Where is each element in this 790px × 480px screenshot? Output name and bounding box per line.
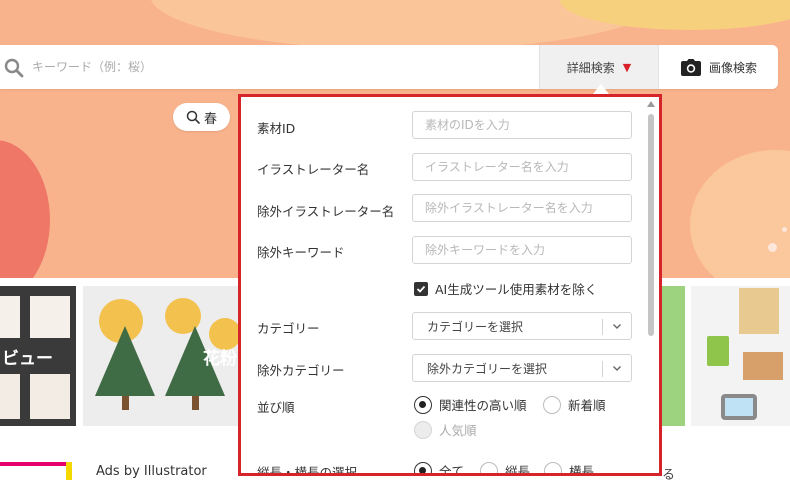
sort-option-label: 人気順 xyxy=(439,423,477,438)
orientation-option-all[interactable]: 全て xyxy=(414,461,465,476)
orientation-label: 縦長・横長の選択 xyxy=(257,465,358,476)
triangle-down-icon: ▼ xyxy=(622,60,632,74)
detail-search-panel: 素材ID イラストレーター名 除外イラストレーター名 除外キーワード AI生成ツ… xyxy=(238,94,662,476)
radio-button[interactable] xyxy=(414,395,432,414)
radio-button xyxy=(414,420,432,439)
scroll-thumb[interactable] xyxy=(648,114,654,336)
category-label: カテゴリー xyxy=(257,321,320,336)
sort-option-relevance[interactable]: 関連性の高い順 xyxy=(414,395,527,414)
search-input[interactable] xyxy=(32,53,522,81)
exclude-illustrator-label: 除外イラストレーター名 xyxy=(257,204,395,219)
radio-button[interactable] xyxy=(543,395,561,414)
exclude-illustrator-input[interactable] xyxy=(412,194,632,222)
hero-decoration xyxy=(690,150,790,278)
ai-exclude-checkbox-row[interactable]: AI生成ツール使用素材を除く xyxy=(414,279,597,298)
panel-scrollbar[interactable] xyxy=(647,101,655,471)
partial-text: る xyxy=(662,468,676,480)
ads-logo xyxy=(0,462,72,480)
exclude-category-select-value: 除外カテゴリーを選択 xyxy=(427,361,548,376)
search-icon xyxy=(4,58,24,78)
camera-icon xyxy=(680,58,701,76)
hero-decoration xyxy=(768,243,777,252)
sort-option-popular: 人気順 xyxy=(414,420,477,439)
thumbnail-card[interactable] xyxy=(660,286,685,426)
image-search-label: 画像検索 xyxy=(708,60,757,75)
ads-label: Ads by Illustrator xyxy=(96,464,207,479)
image-search-button[interactable]: 画像検索 xyxy=(660,45,778,89)
ai-exclude-label: AI生成ツール使用素材を除く xyxy=(435,282,598,297)
ai-exclude-checkbox[interactable] xyxy=(414,281,428,296)
exclude-keyword-input[interactable] xyxy=(412,236,632,264)
search-icon xyxy=(186,110,200,124)
card-illustration xyxy=(721,394,757,420)
search-bar: 詳細検索 ▼ 画像検索 xyxy=(0,45,778,89)
card-illustration xyxy=(0,296,20,338)
card-illustration xyxy=(30,296,70,338)
dropdown-caret xyxy=(593,84,609,94)
exclude-category-select[interactable]: 除外カテゴリーを選択 xyxy=(412,354,632,382)
card-label: ビュー xyxy=(2,349,53,369)
orientation-option-portrait[interactable]: 縦長 xyxy=(480,461,531,476)
orientation-option-label: 横長 xyxy=(569,464,595,476)
thumbnail-card[interactable]: 花粉 xyxy=(83,286,243,426)
check-icon xyxy=(416,285,426,293)
chevron-down-icon xyxy=(613,324,621,329)
orientation-option-label: 全て xyxy=(439,464,465,476)
card-illustration xyxy=(739,288,779,334)
sort-label: 並び順 xyxy=(257,400,295,415)
exclude-category-label: 除外カテゴリー xyxy=(257,363,345,378)
chevron-down-icon xyxy=(613,366,621,371)
card-illustration xyxy=(0,374,20,419)
card-illustration xyxy=(30,374,70,419)
orientation-option-landscape[interactable]: 横長 xyxy=(544,461,595,476)
orientation-option-label: 縦長 xyxy=(505,464,531,476)
card-illustration xyxy=(743,352,783,380)
illustrator-name-input[interactable] xyxy=(412,153,632,181)
radio-button[interactable] xyxy=(480,461,498,473)
card-illustration xyxy=(707,336,729,366)
sort-option-newest[interactable]: 新着順 xyxy=(543,395,606,414)
exclude-keyword-label: 除外キーワード xyxy=(257,245,345,260)
radio-button[interactable] xyxy=(414,461,432,473)
illustrator-name-label: イラストレーター名 xyxy=(257,162,370,177)
select-divider xyxy=(602,361,603,377)
category-select[interactable]: カテゴリーを選択 xyxy=(412,312,632,340)
hero-decoration xyxy=(782,227,787,232)
detail-search-label: 詳細検索 xyxy=(566,60,615,75)
hero-decoration xyxy=(0,140,50,278)
select-divider xyxy=(602,319,603,335)
thumbnail-card[interactable] xyxy=(691,286,790,426)
scroll-up-icon[interactable] xyxy=(647,101,655,107)
tag-pill[interactable]: 春 xyxy=(173,103,230,131)
material-id-input[interactable] xyxy=(412,111,632,139)
material-id-label: 素材ID xyxy=(257,121,296,136)
sort-option-label: 関連性の高い順 xyxy=(439,398,527,413)
card-label: 花粉 xyxy=(203,349,237,369)
detail-search-button[interactable]: 詳細検索 ▼ xyxy=(539,45,659,89)
radio-button[interactable] xyxy=(544,461,562,473)
category-select-value: カテゴリーを選択 xyxy=(427,319,524,334)
sort-option-label: 新着順 xyxy=(568,398,606,413)
thumbnail-card[interactable]: ビュー xyxy=(0,286,76,426)
tag-pill-label: 春 xyxy=(203,111,217,127)
